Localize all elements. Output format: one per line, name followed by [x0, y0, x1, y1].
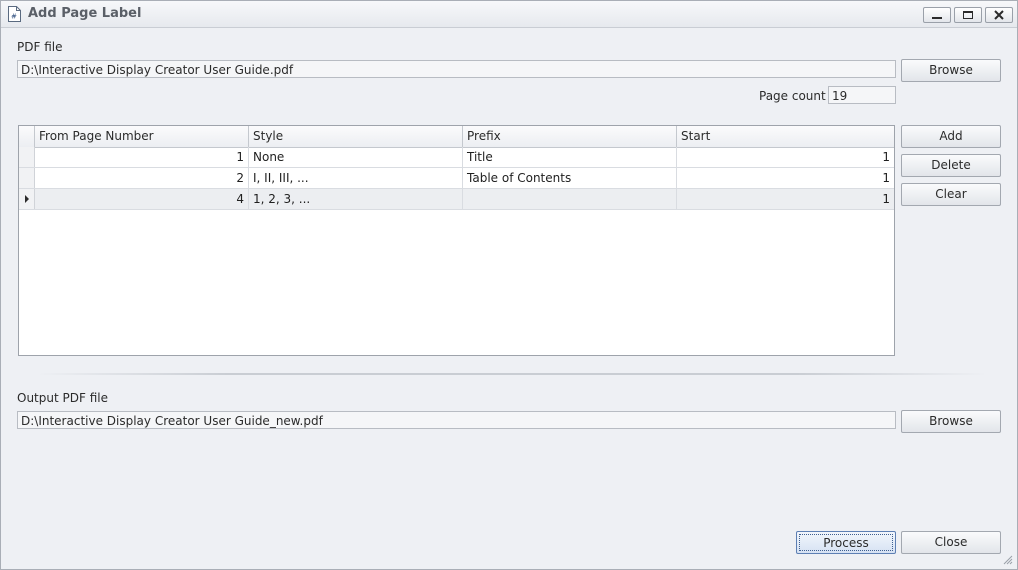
page-count-label: Page count: [759, 89, 826, 103]
column-header-prefix[interactable]: Prefix: [463, 126, 677, 147]
maximize-icon: [963, 11, 973, 19]
column-header-from[interactable]: From Page Number: [35, 126, 249, 147]
add-row-button[interactable]: Add: [901, 125, 1001, 148]
pdf-file-input[interactable]: D:\Interactive Display Creator User Guid…: [17, 60, 896, 78]
cell-start[interactable]: 1: [677, 147, 894, 167]
cell-prefix[interactable]: Table of Contents: [463, 168, 677, 188]
page-label-table[interactable]: From Page Number Style Prefix Start 1 No…: [18, 125, 895, 356]
cell-start[interactable]: 1: [677, 168, 894, 188]
delete-row-button[interactable]: Delete: [901, 154, 1001, 177]
row-indicator[interactable]: [19, 147, 35, 167]
window-title: Add Page Label: [28, 6, 142, 21]
table-row-selected[interactable]: 4 1, 2, 3, ... 1: [19, 189, 894, 210]
cell-style[interactable]: None: [249, 147, 463, 167]
cell-prefix[interactable]: [463, 189, 677, 209]
minimize-button[interactable]: [923, 7, 951, 23]
process-button[interactable]: Process: [796, 531, 896, 554]
output-file-label: Output PDF file: [17, 391, 108, 405]
cell-style[interactable]: I, II, III, ...: [249, 168, 463, 188]
dialog-window: # Add Page Label PDF file D:\Interactive…: [0, 0, 1018, 570]
table-header: From Page Number Style Prefix Start: [19, 126, 894, 148]
row-indicator[interactable]: [19, 168, 35, 188]
document-icon: #: [8, 6, 21, 22]
cell-prefix[interactable]: Title: [463, 147, 677, 167]
output-file-input[interactable]: D:\Interactive Display Creator User Guid…: [17, 411, 896, 429]
pdf-file-label: PDF file: [17, 40, 63, 54]
column-header-style[interactable]: Style: [249, 126, 463, 147]
column-header-start[interactable]: Start: [677, 126, 894, 147]
close-window-button[interactable]: [985, 7, 1013, 23]
minimize-icon: [932, 17, 942, 19]
cell-start[interactable]: 1: [677, 189, 894, 209]
title-bar[interactable]: # Add Page Label: [1, 1, 1017, 28]
svg-text:#: #: [11, 13, 17, 21]
cell-style[interactable]: 1, 2, 3, ...: [249, 189, 463, 209]
table-row[interactable]: 1 None Title 1: [19, 147, 894, 168]
browse-pdf-button[interactable]: Browse: [901, 59, 1001, 82]
close-button[interactable]: Close: [901, 531, 1001, 554]
current-row-arrow-icon: [25, 195, 29, 203]
cell-from[interactable]: 2: [35, 168, 249, 188]
maximize-button[interactable]: [954, 7, 982, 23]
section-divider: [37, 373, 987, 375]
resize-grip-icon[interactable]: [1003, 555, 1013, 565]
browse-output-button[interactable]: Browse: [901, 410, 1001, 433]
row-indicator-current[interactable]: [19, 189, 35, 209]
cell-from[interactable]: 4: [35, 189, 249, 209]
header-indicator: [19, 126, 35, 147]
page-count-field[interactable]: 19: [828, 86, 896, 104]
table-row[interactable]: 2 I, II, III, ... Table of Contents 1: [19, 168, 894, 189]
close-icon: [994, 10, 1004, 20]
process-button-label: Process: [799, 534, 893, 551]
clear-rows-button[interactable]: Clear: [901, 183, 1001, 206]
cell-from[interactable]: 1: [35, 147, 249, 167]
